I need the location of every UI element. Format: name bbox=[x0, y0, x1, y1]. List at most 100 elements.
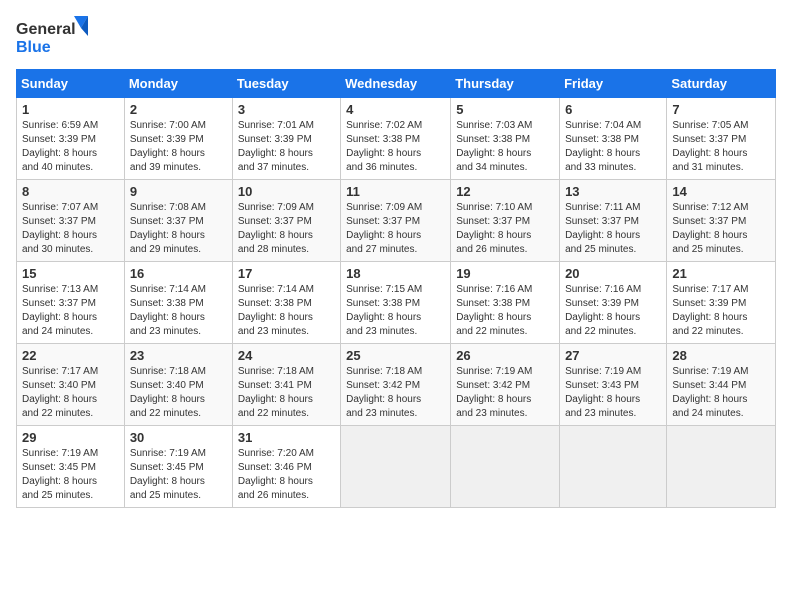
day-number: 29 bbox=[22, 430, 119, 445]
day-number: 10 bbox=[238, 184, 335, 199]
day-info: Sunrise: 7:18 AM Sunset: 3:42 PM Dayligh… bbox=[346, 366, 422, 419]
calendar-cell bbox=[560, 426, 667, 508]
day-number: 18 bbox=[346, 266, 445, 281]
weekday-header: Wednesday bbox=[341, 70, 451, 98]
calendar-cell: 20 Sunrise: 7:16 AM Sunset: 3:39 PM Dayl… bbox=[560, 262, 667, 344]
calendar-cell: 26 Sunrise: 7:19 AM Sunset: 3:42 PM Dayl… bbox=[451, 344, 560, 426]
calendar-week-row: 29 Sunrise: 7:19 AM Sunset: 3:45 PM Dayl… bbox=[17, 426, 776, 508]
day-number: 15 bbox=[22, 266, 119, 281]
day-info: Sunrise: 7:14 AM Sunset: 3:38 PM Dayligh… bbox=[130, 284, 206, 337]
day-number: 21 bbox=[672, 266, 770, 281]
day-number: 17 bbox=[238, 266, 335, 281]
calendar-cell: 12 Sunrise: 7:10 AM Sunset: 3:37 PM Dayl… bbox=[451, 180, 560, 262]
day-info: Sunrise: 7:00 AM Sunset: 3:39 PM Dayligh… bbox=[130, 120, 206, 173]
weekday-header: Friday bbox=[560, 70, 667, 98]
calendar-cell: 14 Sunrise: 7:12 AM Sunset: 3:37 PM Dayl… bbox=[667, 180, 776, 262]
calendar-cell bbox=[451, 426, 560, 508]
calendar-cell: 13 Sunrise: 7:11 AM Sunset: 3:37 PM Dayl… bbox=[560, 180, 667, 262]
calendar-cell: 8 Sunrise: 7:07 AM Sunset: 3:37 PM Dayli… bbox=[17, 180, 125, 262]
day-number: 2 bbox=[130, 102, 227, 117]
day-info: Sunrise: 7:12 AM Sunset: 3:37 PM Dayligh… bbox=[672, 202, 748, 255]
day-number: 1 bbox=[22, 102, 119, 117]
calendar-cell: 29 Sunrise: 7:19 AM Sunset: 3:45 PM Dayl… bbox=[17, 426, 125, 508]
calendar-week-row: 15 Sunrise: 7:13 AM Sunset: 3:37 PM Dayl… bbox=[17, 262, 776, 344]
day-info: Sunrise: 7:17 AM Sunset: 3:39 PM Dayligh… bbox=[672, 284, 748, 337]
calendar-cell: 28 Sunrise: 7:19 AM Sunset: 3:44 PM Dayl… bbox=[667, 344, 776, 426]
day-info: Sunrise: 7:19 AM Sunset: 3:45 PM Dayligh… bbox=[130, 448, 206, 501]
calendar-cell: 6 Sunrise: 7:04 AM Sunset: 3:38 PM Dayli… bbox=[560, 98, 667, 180]
day-info: Sunrise: 7:19 AM Sunset: 3:43 PM Dayligh… bbox=[565, 366, 641, 419]
calendar-cell: 25 Sunrise: 7:18 AM Sunset: 3:42 PM Dayl… bbox=[341, 344, 451, 426]
calendar-cell bbox=[667, 426, 776, 508]
calendar-cell: 9 Sunrise: 7:08 AM Sunset: 3:37 PM Dayli… bbox=[124, 180, 232, 262]
calendar-cell: 31 Sunrise: 7:20 AM Sunset: 3:46 PM Dayl… bbox=[232, 426, 340, 508]
day-number: 14 bbox=[672, 184, 770, 199]
day-number: 8 bbox=[22, 184, 119, 199]
calendar-cell: 4 Sunrise: 7:02 AM Sunset: 3:38 PM Dayli… bbox=[341, 98, 451, 180]
calendar-cell: 7 Sunrise: 7:05 AM Sunset: 3:37 PM Dayli… bbox=[667, 98, 776, 180]
calendar-table: SundayMondayTuesdayWednesdayThursdayFrid… bbox=[16, 69, 776, 508]
svg-text:General: General bbox=[16, 21, 76, 38]
calendar-cell: 16 Sunrise: 7:14 AM Sunset: 3:38 PM Dayl… bbox=[124, 262, 232, 344]
calendar-cell: 11 Sunrise: 7:09 AM Sunset: 3:37 PM Dayl… bbox=[341, 180, 451, 262]
day-number: 16 bbox=[130, 266, 227, 281]
calendar-cell: 27 Sunrise: 7:19 AM Sunset: 3:43 PM Dayl… bbox=[560, 344, 667, 426]
calendar-cell: 3 Sunrise: 7:01 AM Sunset: 3:39 PM Dayli… bbox=[232, 98, 340, 180]
calendar-cell: 17 Sunrise: 7:14 AM Sunset: 3:38 PM Dayl… bbox=[232, 262, 340, 344]
day-number: 13 bbox=[565, 184, 661, 199]
calendar-cell: 22 Sunrise: 7:17 AM Sunset: 3:40 PM Dayl… bbox=[17, 344, 125, 426]
calendar-cell: 2 Sunrise: 7:00 AM Sunset: 3:39 PM Dayli… bbox=[124, 98, 232, 180]
day-number: 23 bbox=[130, 348, 227, 363]
calendar-cell: 30 Sunrise: 7:19 AM Sunset: 3:45 PM Dayl… bbox=[124, 426, 232, 508]
day-number: 22 bbox=[22, 348, 119, 363]
day-info: Sunrise: 7:19 AM Sunset: 3:42 PM Dayligh… bbox=[456, 366, 532, 419]
day-number: 30 bbox=[130, 430, 227, 445]
weekday-header: Monday bbox=[124, 70, 232, 98]
day-info: Sunrise: 7:18 AM Sunset: 3:41 PM Dayligh… bbox=[238, 366, 314, 419]
calendar-cell: 5 Sunrise: 7:03 AM Sunset: 3:38 PM Dayli… bbox=[451, 98, 560, 180]
svg-text:Blue: Blue bbox=[16, 39, 51, 56]
calendar-week-row: 22 Sunrise: 7:17 AM Sunset: 3:40 PM Dayl… bbox=[17, 344, 776, 426]
day-number: 28 bbox=[672, 348, 770, 363]
day-info: Sunrise: 7:02 AM Sunset: 3:38 PM Dayligh… bbox=[346, 120, 422, 173]
calendar-cell: 15 Sunrise: 7:13 AM Sunset: 3:37 PM Dayl… bbox=[17, 262, 125, 344]
day-info: Sunrise: 7:05 AM Sunset: 3:37 PM Dayligh… bbox=[672, 120, 748, 173]
day-number: 20 bbox=[565, 266, 661, 281]
day-info: Sunrise: 7:15 AM Sunset: 3:38 PM Dayligh… bbox=[346, 284, 422, 337]
day-number: 24 bbox=[238, 348, 335, 363]
day-number: 26 bbox=[456, 348, 554, 363]
calendar-week-row: 8 Sunrise: 7:07 AM Sunset: 3:37 PM Dayli… bbox=[17, 180, 776, 262]
day-info: Sunrise: 7:08 AM Sunset: 3:37 PM Dayligh… bbox=[130, 202, 206, 255]
day-number: 4 bbox=[346, 102, 445, 117]
day-info: Sunrise: 7:18 AM Sunset: 3:40 PM Dayligh… bbox=[130, 366, 206, 419]
calendar-cell: 24 Sunrise: 7:18 AM Sunset: 3:41 PM Dayl… bbox=[232, 344, 340, 426]
day-info: Sunrise: 7:09 AM Sunset: 3:37 PM Dayligh… bbox=[238, 202, 314, 255]
day-number: 31 bbox=[238, 430, 335, 445]
day-info: Sunrise: 7:11 AM Sunset: 3:37 PM Dayligh… bbox=[565, 202, 640, 255]
weekday-header: Sunday bbox=[17, 70, 125, 98]
day-number: 19 bbox=[456, 266, 554, 281]
weekday-header-row: SundayMondayTuesdayWednesdayThursdayFrid… bbox=[17, 70, 776, 98]
day-info: Sunrise: 7:13 AM Sunset: 3:37 PM Dayligh… bbox=[22, 284, 98, 337]
day-info: Sunrise: 7:07 AM Sunset: 3:37 PM Dayligh… bbox=[22, 202, 98, 255]
day-info: Sunrise: 7:09 AM Sunset: 3:37 PM Dayligh… bbox=[346, 202, 422, 255]
day-number: 6 bbox=[565, 102, 661, 117]
page-header: GeneralBlue bbox=[16, 16, 776, 61]
calendar-cell: 21 Sunrise: 7:17 AM Sunset: 3:39 PM Dayl… bbox=[667, 262, 776, 344]
calendar-cell: 10 Sunrise: 7:09 AM Sunset: 3:37 PM Dayl… bbox=[232, 180, 340, 262]
day-info: Sunrise: 7:16 AM Sunset: 3:39 PM Dayligh… bbox=[565, 284, 641, 337]
day-number: 3 bbox=[238, 102, 335, 117]
calendar-cell: 1 Sunrise: 6:59 AM Sunset: 3:39 PM Dayli… bbox=[17, 98, 125, 180]
logo-icon: GeneralBlue bbox=[16, 16, 96, 61]
weekday-header: Thursday bbox=[451, 70, 560, 98]
calendar-cell: 19 Sunrise: 7:16 AM Sunset: 3:38 PM Dayl… bbox=[451, 262, 560, 344]
calendar-cell bbox=[341, 426, 451, 508]
day-number: 12 bbox=[456, 184, 554, 199]
day-number: 27 bbox=[565, 348, 661, 363]
day-number: 11 bbox=[346, 184, 445, 199]
day-number: 25 bbox=[346, 348, 445, 363]
calendar-week-row: 1 Sunrise: 6:59 AM Sunset: 3:39 PM Dayli… bbox=[17, 98, 776, 180]
day-info: Sunrise: 7:03 AM Sunset: 3:38 PM Dayligh… bbox=[456, 120, 532, 173]
weekday-header: Saturday bbox=[667, 70, 776, 98]
day-info: Sunrise: 7:01 AM Sunset: 3:39 PM Dayligh… bbox=[238, 120, 314, 173]
